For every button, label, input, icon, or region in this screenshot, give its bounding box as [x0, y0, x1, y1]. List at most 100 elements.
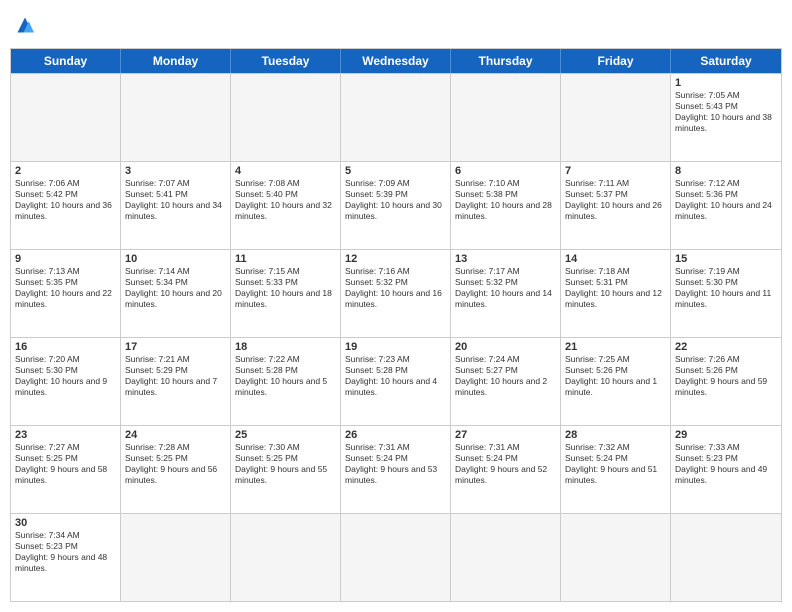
- date-number: 22: [675, 341, 777, 353]
- calendar-cell: [451, 514, 561, 601]
- date-number: 1: [675, 77, 777, 89]
- calendar-week-3: 16Sunrise: 7:20 AM Sunset: 5:30 PM Dayli…: [11, 337, 781, 425]
- calendar-cell: 8Sunrise: 7:12 AM Sunset: 5:36 PM Daylig…: [671, 162, 781, 249]
- cell-info: Sunrise: 7:22 AM Sunset: 5:28 PM Dayligh…: [235, 354, 336, 398]
- calendar-cell: 6Sunrise: 7:10 AM Sunset: 5:38 PM Daylig…: [451, 162, 561, 249]
- cell-info: Sunrise: 7:05 AM Sunset: 5:43 PM Dayligh…: [675, 90, 777, 134]
- date-number: 18: [235, 341, 336, 353]
- day-header-thursday: Thursday: [451, 49, 561, 73]
- calendar-cell: [451, 74, 561, 161]
- calendar-cell: 25Sunrise: 7:30 AM Sunset: 5:25 PM Dayli…: [231, 426, 341, 513]
- cell-info: Sunrise: 7:32 AM Sunset: 5:24 PM Dayligh…: [565, 442, 666, 486]
- calendar-week-1: 2Sunrise: 7:06 AM Sunset: 5:42 PM Daylig…: [11, 161, 781, 249]
- day-header-friday: Friday: [561, 49, 671, 73]
- date-number: 13: [455, 253, 556, 265]
- date-number: 12: [345, 253, 446, 265]
- calendar-cell: 10Sunrise: 7:14 AM Sunset: 5:34 PM Dayli…: [121, 250, 231, 337]
- logo: [10, 10, 44, 40]
- cell-info: Sunrise: 7:21 AM Sunset: 5:29 PM Dayligh…: [125, 354, 226, 398]
- calendar-cell: [121, 74, 231, 161]
- date-number: 17: [125, 341, 226, 353]
- date-number: 7: [565, 165, 666, 177]
- calendar-cell: 29Sunrise: 7:33 AM Sunset: 5:23 PM Dayli…: [671, 426, 781, 513]
- date-number: 2: [15, 165, 116, 177]
- calendar-cell: 4Sunrise: 7:08 AM Sunset: 5:40 PM Daylig…: [231, 162, 341, 249]
- calendar-cell: 23Sunrise: 7:27 AM Sunset: 5:25 PM Dayli…: [11, 426, 121, 513]
- calendar-cell: 1Sunrise: 7:05 AM Sunset: 5:43 PM Daylig…: [671, 74, 781, 161]
- calendar-cell: 22Sunrise: 7:26 AM Sunset: 5:26 PM Dayli…: [671, 338, 781, 425]
- date-number: 25: [235, 429, 336, 441]
- calendar-cell: [671, 514, 781, 601]
- date-number: 11: [235, 253, 336, 265]
- cell-info: Sunrise: 7:08 AM Sunset: 5:40 PM Dayligh…: [235, 178, 336, 222]
- cell-info: Sunrise: 7:12 AM Sunset: 5:36 PM Dayligh…: [675, 178, 777, 222]
- cell-info: Sunrise: 7:33 AM Sunset: 5:23 PM Dayligh…: [675, 442, 777, 486]
- calendar-cell: 24Sunrise: 7:28 AM Sunset: 5:25 PM Dayli…: [121, 426, 231, 513]
- cell-info: Sunrise: 7:09 AM Sunset: 5:39 PM Dayligh…: [345, 178, 446, 222]
- day-header-monday: Monday: [121, 49, 231, 73]
- date-number: 24: [125, 429, 226, 441]
- logo-icon: [10, 10, 40, 40]
- date-number: 14: [565, 253, 666, 265]
- calendar-cell: [341, 74, 451, 161]
- calendar-cell: 16Sunrise: 7:20 AM Sunset: 5:30 PM Dayli…: [11, 338, 121, 425]
- calendar-cell: 15Sunrise: 7:19 AM Sunset: 5:30 PM Dayli…: [671, 250, 781, 337]
- calendar-cell: 14Sunrise: 7:18 AM Sunset: 5:31 PM Dayli…: [561, 250, 671, 337]
- page-container: SundayMondayTuesdayWednesdayThursdayFrid…: [0, 0, 792, 612]
- cell-info: Sunrise: 7:06 AM Sunset: 5:42 PM Dayligh…: [15, 178, 116, 222]
- date-number: 23: [15, 429, 116, 441]
- date-number: 29: [675, 429, 777, 441]
- calendar-week-4: 23Sunrise: 7:27 AM Sunset: 5:25 PM Dayli…: [11, 425, 781, 513]
- date-number: 16: [15, 341, 116, 353]
- date-number: 20: [455, 341, 556, 353]
- cell-info: Sunrise: 7:10 AM Sunset: 5:38 PM Dayligh…: [455, 178, 556, 222]
- calendar-cell: [341, 514, 451, 601]
- calendar-cell: [121, 514, 231, 601]
- cell-info: Sunrise: 7:26 AM Sunset: 5:26 PM Dayligh…: [675, 354, 777, 398]
- calendar-cell: 28Sunrise: 7:32 AM Sunset: 5:24 PM Dayli…: [561, 426, 671, 513]
- calendar-header: SundayMondayTuesdayWednesdayThursdayFrid…: [11, 49, 781, 73]
- calendar-cell: 9Sunrise: 7:13 AM Sunset: 5:35 PM Daylig…: [11, 250, 121, 337]
- calendar-cell: 17Sunrise: 7:21 AM Sunset: 5:29 PM Dayli…: [121, 338, 231, 425]
- cell-info: Sunrise: 7:31 AM Sunset: 5:24 PM Dayligh…: [345, 442, 446, 486]
- cell-info: Sunrise: 7:16 AM Sunset: 5:32 PM Dayligh…: [345, 266, 446, 310]
- cell-info: Sunrise: 7:17 AM Sunset: 5:32 PM Dayligh…: [455, 266, 556, 310]
- calendar-cell: 7Sunrise: 7:11 AM Sunset: 5:37 PM Daylig…: [561, 162, 671, 249]
- cell-info: Sunrise: 7:19 AM Sunset: 5:30 PM Dayligh…: [675, 266, 777, 310]
- date-number: 27: [455, 429, 556, 441]
- page-header: [10, 10, 782, 40]
- date-number: 19: [345, 341, 446, 353]
- calendar-week-0: 1Sunrise: 7:05 AM Sunset: 5:43 PM Daylig…: [11, 73, 781, 161]
- cell-info: Sunrise: 7:27 AM Sunset: 5:25 PM Dayligh…: [15, 442, 116, 486]
- day-header-sunday: Sunday: [11, 49, 121, 73]
- calendar-cell: [231, 514, 341, 601]
- cell-info: Sunrise: 7:11 AM Sunset: 5:37 PM Dayligh…: [565, 178, 666, 222]
- cell-info: Sunrise: 7:15 AM Sunset: 5:33 PM Dayligh…: [235, 266, 336, 310]
- cell-info: Sunrise: 7:14 AM Sunset: 5:34 PM Dayligh…: [125, 266, 226, 310]
- day-header-saturday: Saturday: [671, 49, 781, 73]
- calendar-cell: 5Sunrise: 7:09 AM Sunset: 5:39 PM Daylig…: [341, 162, 451, 249]
- calendar-cell: 26Sunrise: 7:31 AM Sunset: 5:24 PM Dayli…: [341, 426, 451, 513]
- calendar-cell: [11, 74, 121, 161]
- cell-info: Sunrise: 7:07 AM Sunset: 5:41 PM Dayligh…: [125, 178, 226, 222]
- cell-info: Sunrise: 7:30 AM Sunset: 5:25 PM Dayligh…: [235, 442, 336, 486]
- calendar-cell: 20Sunrise: 7:24 AM Sunset: 5:27 PM Dayli…: [451, 338, 561, 425]
- calendar-body: 1Sunrise: 7:05 AM Sunset: 5:43 PM Daylig…: [11, 73, 781, 601]
- calendar-cell: 21Sunrise: 7:25 AM Sunset: 5:26 PM Dayli…: [561, 338, 671, 425]
- calendar-cell: 18Sunrise: 7:22 AM Sunset: 5:28 PM Dayli…: [231, 338, 341, 425]
- date-number: 15: [675, 253, 777, 265]
- date-number: 30: [15, 517, 116, 529]
- cell-info: Sunrise: 7:13 AM Sunset: 5:35 PM Dayligh…: [15, 266, 116, 310]
- calendar-cell: 3Sunrise: 7:07 AM Sunset: 5:41 PM Daylig…: [121, 162, 231, 249]
- date-number: 5: [345, 165, 446, 177]
- calendar-week-5: 30Sunrise: 7:34 AM Sunset: 5:23 PM Dayli…: [11, 513, 781, 601]
- calendar: SundayMondayTuesdayWednesdayThursdayFrid…: [10, 48, 782, 602]
- date-number: 26: [345, 429, 446, 441]
- cell-info: Sunrise: 7:23 AM Sunset: 5:28 PM Dayligh…: [345, 354, 446, 398]
- calendar-cell: 27Sunrise: 7:31 AM Sunset: 5:24 PM Dayli…: [451, 426, 561, 513]
- calendar-week-2: 9Sunrise: 7:13 AM Sunset: 5:35 PM Daylig…: [11, 249, 781, 337]
- date-number: 8: [675, 165, 777, 177]
- date-number: 6: [455, 165, 556, 177]
- calendar-cell: [561, 514, 671, 601]
- date-number: 9: [15, 253, 116, 265]
